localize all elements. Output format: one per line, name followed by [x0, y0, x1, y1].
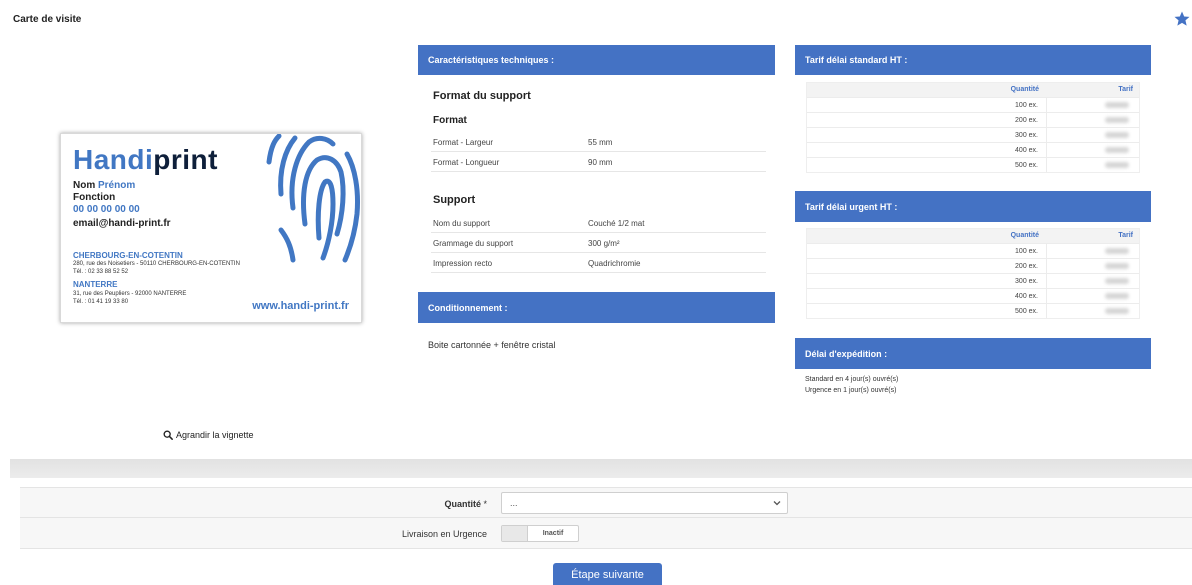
- format-subtitle: Format: [433, 115, 467, 126]
- spec-row: Nom du support Couché 1/2 mat: [431, 213, 766, 233]
- card-tel-nanterre: Tél. : 01 41 19 33 80: [73, 299, 129, 305]
- shipping-delay-header: Délai d'expédition :: [795, 338, 1151, 369]
- section-separator: [10, 459, 1192, 478]
- table-row: 200 ex.: [807, 112, 1139, 127]
- blurred-price: [1105, 308, 1129, 314]
- business-card-preview[interactable]: Handiprint Nom Prénom Fonction 00 00 00 …: [60, 133, 362, 323]
- blurred-price: [1105, 147, 1129, 153]
- toggle-knob: [502, 526, 528, 541]
- blurred-price: [1105, 132, 1129, 138]
- spec-row: Format - Largeur 55 mm: [431, 132, 766, 152]
- urgent-price-table: Quantité Tarif 100 ex. 200 ex. 300 ex. 4…: [806, 228, 1140, 319]
- shipping-standard-text: Standard en 4 jour(s) ouvré(s): [805, 376, 899, 383]
- format-section-title: Format du support: [433, 90, 531, 102]
- card-website: www.handi-print.fr: [252, 300, 349, 312]
- table-row: 500 ex.: [807, 303, 1139, 318]
- shipping-urgent-text: Urgence en 1 jour(s) ouvré(s): [805, 387, 897, 394]
- urgent-delivery-label: Livraison en Urgence: [401, 529, 487, 539]
- spec-row: Impression recto Quadrichromie: [431, 253, 766, 273]
- tech-specs-header: Caractéristiques techniques :: [418, 45, 775, 75]
- blurred-price: [1105, 293, 1129, 299]
- table-header: Quantité Tarif: [807, 229, 1139, 243]
- conditioning-text: Boite cartonnée + fenêtre cristal: [428, 340, 556, 350]
- card-city-nanterre: NANTERRE: [73, 280, 118, 289]
- table-row: 100 ex.: [807, 97, 1139, 112]
- standard-price-table: Quantité Tarif 100 ex. 200 ex. 300 ex. 4…: [806, 82, 1140, 173]
- page-title: Carte de visite: [13, 14, 82, 25]
- card-name: Nom Prénom: [73, 180, 136, 191]
- table-row: 200 ex.: [807, 258, 1139, 273]
- magnifier-icon: [163, 430, 173, 440]
- urgent-delivery-toggle[interactable]: Inactif: [501, 525, 579, 542]
- table-row: 100 ex.: [807, 243, 1139, 258]
- next-step-button[interactable]: Étape suivante: [553, 563, 662, 585]
- blurred-price: [1105, 248, 1129, 254]
- card-phone: 00 00 00 00 00: [73, 204, 140, 215]
- chevron-down-icon: [773, 501, 781, 506]
- spec-row: Format - Longueur 90 mm: [431, 152, 766, 172]
- urgent-delivery-row: Livraison en Urgence Inactif: [20, 518, 1192, 549]
- table-header: Quantité Tarif: [807, 83, 1139, 97]
- handiprint-logo: Handiprint: [73, 144, 218, 175]
- support-section-title: Support: [433, 194, 476, 206]
- card-function: Fonction: [73, 192, 116, 203]
- quantity-label: Quantité *: [444, 499, 487, 509]
- table-row: 300 ex.: [807, 127, 1139, 142]
- standard-price-header: Tarif délai standard HT :: [795, 45, 1151, 75]
- card-tel-cherbourg: Tél. : 02 33 88 52 52: [73, 269, 129, 275]
- enlarge-label: Agrandir la vignette: [176, 430, 254, 440]
- card-city-cherbourg: CHERBOURG-EN-COTENTIN: [73, 251, 183, 260]
- card-address-nanterre: 31, rue des Peupliers - 92000 NANTERRE: [73, 291, 187, 297]
- fingerprint-graphic: [266, 134, 360, 263]
- favorite-star-icon[interactable]: [1173, 10, 1191, 28]
- table-row: 300 ex.: [807, 273, 1139, 288]
- spec-row: Grammage du support 300 g/m²: [431, 233, 766, 253]
- card-address-cherbourg: 280, rue des Noisetiers - 50110 CHERBOUR…: [73, 261, 240, 267]
- card-email: email@handi-print.fr: [73, 218, 171, 229]
- quantity-select[interactable]: ...: [501, 492, 788, 514]
- table-row: 400 ex.: [807, 288, 1139, 303]
- blurred-price: [1105, 102, 1129, 108]
- quantity-row: Quantité * ...: [20, 487, 1192, 518]
- table-row: 500 ex.: [807, 157, 1139, 172]
- blurred-price: [1105, 117, 1129, 123]
- enlarge-thumbnail-link[interactable]: Agrandir la vignette: [163, 430, 254, 440]
- blurred-price: [1105, 162, 1129, 168]
- urgent-price-header: Tarif délai urgent HT :: [795, 191, 1151, 222]
- blurred-price: [1105, 278, 1129, 284]
- blurred-price: [1105, 263, 1129, 269]
- table-row: 400 ex.: [807, 142, 1139, 157]
- conditioning-header: Conditionnement :: [418, 292, 775, 323]
- toggle-state: Inactif: [542, 530, 564, 537]
